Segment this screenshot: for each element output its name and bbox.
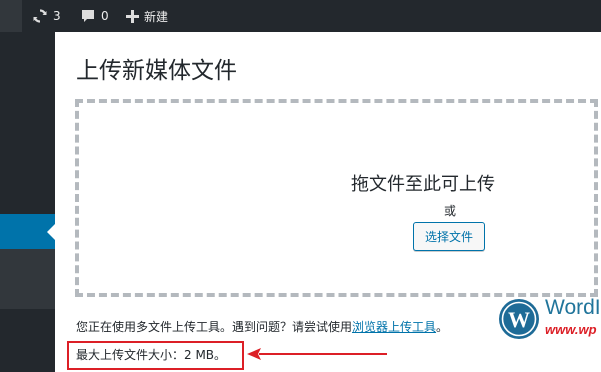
help-text-suffix: 。 — [436, 320, 449, 334]
max-upload-size: 最大上传文件大小：2 MB。 — [67, 341, 244, 370]
current-menu-arrow-icon — [47, 224, 55, 240]
wp-logo-menu[interactable] — [0, 0, 22, 32]
help-text-prefix: 您正在使用多文件上传工具。遇到问题？请尝试使用 — [76, 320, 353, 334]
svg-text:W: W — [508, 307, 530, 332]
admin-sidebar — [0, 32, 55, 372]
wordpress-logo-icon: W — [499, 299, 539, 339]
sidebar-submenu[interactable] — [0, 249, 55, 309]
annotation-arrow-icon — [247, 348, 387, 360]
refresh-icon — [32, 8, 48, 24]
comments-link[interactable]: 0 — [80, 0, 109, 32]
select-files-button[interactable]: 选择文件 — [413, 222, 485, 251]
admin-bar: 3 0 新建 — [0, 0, 601, 32]
watermark-url: www.wp — [545, 322, 597, 337]
comment-bubble-icon — [80, 8, 96, 24]
updates-link[interactable]: 3 — [32, 0, 61, 32]
or-separator: 或 — [444, 204, 457, 218]
watermark-brand: WordI — [545, 296, 601, 319]
updates-count: 3 — [53, 9, 61, 23]
drop-instructions: 拖文件至此可上传 — [351, 174, 495, 195]
new-content-link[interactable]: 新建 — [126, 0, 168, 32]
browser-uploader-link[interactable]: 浏览器上传工具 — [352, 320, 436, 334]
upload-help-text: 您正在使用多文件上传工具。遇到问题？请尝试使用浏览器上传工具。 — [76, 318, 448, 335]
drag-drop-area[interactable] — [75, 99, 598, 297]
sidebar-item-media[interactable] — [0, 214, 55, 249]
plus-icon — [126, 9, 139, 23]
new-label: 新建 — [144, 9, 169, 24]
page-title: 上传新媒体文件 — [76, 58, 237, 84]
comments-count: 0 — [101, 9, 109, 23]
